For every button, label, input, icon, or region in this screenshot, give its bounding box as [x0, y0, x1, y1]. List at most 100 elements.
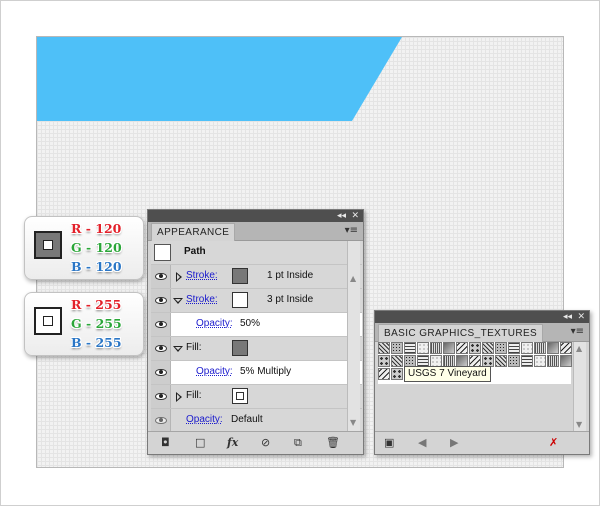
opacity-row-default[interactable]: Opacity: Default [151, 409, 362, 431]
panel-menu-icon[interactable]: ▾≡ [345, 225, 358, 236]
fill-color-swatch[interactable] [232, 340, 248, 356]
opacity-link[interactable]: Opacity: [196, 318, 233, 329]
rgb-b-value: B - 120 [71, 259, 122, 274]
clear-appearance-icon[interactable]: ⊘ [261, 437, 270, 449]
textures-scrollbar[interactable]: ▲ ▼ [573, 342, 586, 433]
appearance-footer: ◘ □ fx ⊘ ⧉ 🗑 [148, 431, 363, 454]
path-thumbnail [154, 244, 171, 261]
opacity-value: 5% Multiply [240, 366, 292, 377]
fx-icon[interactable]: fx [227, 437, 238, 449]
trash-icon[interactable]: 🗑 [326, 437, 340, 449]
library-menu-icon[interactable]: ▣ [384, 437, 394, 449]
fill-label: Fill: [186, 342, 202, 353]
tab-appearance[interactable]: APPEARANCE [151, 223, 236, 241]
tab-basic-graphics-textures[interactable]: BASIC GRAPHICS_TEXTURES [378, 324, 544, 342]
appearance-panel: ◂◂ ✕ APPEARANCE ▾≡ Path Stroke: 1 pt Ins… [147, 209, 364, 455]
texture-swatch[interactable] [391, 342, 403, 354]
swatch-inner-square [43, 240, 53, 250]
eye-icon [155, 369, 167, 376]
visibility-toggle[interactable] [151, 361, 171, 384]
eye-icon [155, 297, 167, 304]
swatch-inner-square [43, 316, 53, 326]
stroke-row-2[interactable]: Stroke: 3 pt Inside [151, 289, 362, 313]
pattern-swatch-inner [236, 392, 244, 400]
previous-arrow-icon[interactable]: ◀ [418, 437, 426, 449]
texture-swatch[interactable] [534, 355, 546, 367]
fill-color-swatch[interactable] [232, 388, 248, 404]
texture-swatch[interactable] [482, 342, 494, 354]
texture-swatch[interactable] [443, 342, 455, 354]
visibility-toggle[interactable] [151, 385, 171, 408]
texture-swatch[interactable] [534, 342, 546, 354]
scroll-down-icon[interactable]: ▼ [576, 421, 582, 429]
texture-swatch[interactable] [495, 355, 507, 367]
visibility-toggle[interactable] [151, 289, 171, 312]
collapse-panel-icon[interactable]: ◂◂ [337, 211, 346, 221]
visibility-toggle[interactable] [151, 337, 171, 360]
texture-swatch[interactable] [495, 342, 507, 354]
white-swatch-preview [34, 307, 62, 335]
panel-titlebar[interactable]: ◂◂ ✕ [148, 210, 363, 222]
scroll-up-icon[interactable]: ▲ [576, 345, 582, 353]
texture-swatch[interactable] [378, 342, 390, 354]
texture-swatch[interactable] [391, 355, 403, 367]
texture-swatch[interactable] [508, 355, 520, 367]
blue-shape-polygon [37, 37, 402, 121]
texture-swatch[interactable] [469, 342, 481, 354]
color-card-white: R - 255 G - 255 B - 255 [24, 292, 144, 356]
opacity-link[interactable]: Opacity: [196, 366, 233, 377]
delete-swatch-icon[interactable]: ✗ [549, 437, 558, 449]
visibility-toggle[interactable] [151, 313, 171, 336]
visibility-toggle[interactable] [151, 265, 171, 288]
opacity-link[interactable]: Opacity: [186, 414, 223, 425]
texture-swatch[interactable] [508, 342, 520, 354]
stroke-link[interactable]: Stroke: [186, 270, 218, 281]
close-panel-icon[interactable]: ✕ [351, 211, 359, 221]
rgb-b-value: B - 255 [71, 335, 122, 350]
texture-swatch[interactable] [560, 342, 572, 354]
scroll-up-icon[interactable]: ▲ [350, 275, 356, 283]
collapse-panel-icon[interactable]: ◂◂ [563, 312, 572, 322]
collapse-triangle-icon[interactable] [173, 346, 183, 352]
appearance-scrollbar[interactable]: ▲ ▼ [347, 241, 360, 431]
texture-swatch[interactable] [560, 355, 572, 367]
stroke-color-swatch[interactable] [232, 292, 248, 308]
visibility-toggle[interactable] [151, 409, 171, 431]
fill-row-2[interactable]: Fill: [151, 385, 362, 409]
collapse-triangle-icon[interactable] [173, 298, 183, 304]
fill-swatch-icon[interactable]: □ [195, 437, 205, 449]
stroke-swatch-icon[interactable]: ◘ [161, 437, 170, 449]
panel-menu-icon[interactable]: ▾≡ [571, 326, 584, 337]
rgb-r-value: R - 120 [71, 221, 122, 236]
stroke-weight[interactable]: 1 pt Inside [267, 270, 313, 281]
scroll-down-icon[interactable]: ▼ [350, 419, 356, 427]
fill-row-1[interactable]: Fill: [151, 337, 362, 361]
path-header-row[interactable]: Path [151, 241, 362, 265]
texture-swatch[interactable] [547, 355, 559, 367]
panel-titlebar[interactable]: ◂◂ ✕ [375, 311, 589, 323]
blue-shape [37, 37, 402, 121]
textures-panel: ◂◂ ✕ BASIC GRAPHICS_TEXTURES ▾≡ ▲ ▼ USGS… [374, 310, 590, 455]
texture-swatch[interactable] [521, 342, 533, 354]
opacity-row-1[interactable]: Opacity: 50% [151, 313, 362, 337]
stroke-weight[interactable]: 3 pt Inside [267, 294, 313, 305]
texture-swatch[interactable] [378, 368, 390, 380]
stroke-link[interactable]: Stroke: [186, 294, 218, 305]
expand-triangle-icon[interactable] [176, 392, 182, 402]
rgb-g-value: G - 255 [71, 316, 122, 331]
opacity-row-2[interactable]: Opacity: 5% Multiply [151, 361, 362, 385]
texture-swatch[interactable] [430, 342, 442, 354]
texture-swatch[interactable] [456, 342, 468, 354]
texture-swatch[interactable] [521, 355, 533, 367]
close-panel-icon[interactable]: ✕ [577, 312, 585, 322]
texture-swatch[interactable] [391, 368, 403, 380]
next-arrow-icon[interactable]: ▶ [450, 437, 458, 449]
texture-swatch[interactable] [547, 342, 559, 354]
stroke-row-1[interactable]: Stroke: 1 pt Inside [151, 265, 362, 289]
duplicate-item-icon[interactable]: ⧉ [294, 437, 302, 449]
texture-swatch[interactable] [404, 342, 416, 354]
expand-triangle-icon[interactable] [176, 272, 182, 282]
stroke-color-swatch[interactable] [232, 268, 248, 284]
texture-swatch[interactable] [378, 355, 390, 367]
texture-swatch[interactable] [417, 342, 429, 354]
